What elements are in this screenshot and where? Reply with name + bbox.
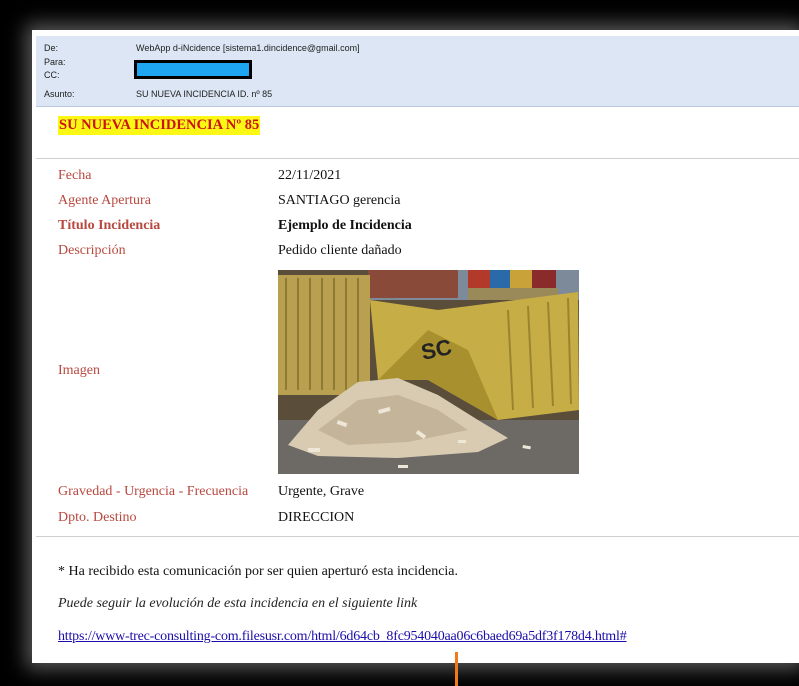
field-value-agente: SANTIAGO gerencia [278, 193, 401, 208]
redacted-recipient [134, 60, 252, 79]
field-label-gravedad: Gravedad - Urgencia - Frecuencia [58, 484, 249, 499]
subject-value: SU NUEVA INCIDENCIA ID. nº 85 [136, 89, 273, 99]
field-value-fecha: 22/11/2021 [278, 168, 342, 183]
field-value-dpto: DIRECCION [278, 510, 355, 525]
field-label-agente: Agente Apertura [58, 193, 151, 208]
from-value[interactable]: WebApp d-iNcidence [sistema1.dincidence@… [136, 42, 360, 54]
follow-text: Puede seguir la evolución de esta incide… [58, 596, 418, 611]
field-label-titulo: Título Incidencia [58, 218, 161, 233]
incident-link[interactable]: https://www-trec-consulting-com.filesusr… [58, 629, 627, 645]
field-value-descripcion: Pedido cliente dañado [278, 243, 402, 258]
field-value-gravedad: Urgente, Grave [278, 484, 365, 499]
subject-label: Asunto: [44, 89, 75, 99]
cc-label: CC: [44, 70, 60, 80]
incident-heading: SU NUEVA INCIDENCIA Nº 85 [58, 116, 261, 135]
from-label: De: [44, 43, 59, 53]
orange-pointer-line [455, 652, 458, 686]
content-divider [36, 536, 799, 537]
field-label-fecha: Fecha [58, 168, 92, 183]
heading-section: SU NUEVA INCIDENCIA Nº 85 [36, 110, 799, 159]
container-photo-illustration: SC [278, 270, 579, 474]
damaged-container-photo[interactable]: SC [278, 270, 579, 474]
field-label-descripcion: Descripción [58, 243, 126, 258]
email-header: De: WebApp d-iNcidence [sistema1.dincide… [36, 36, 799, 107]
field-value-titulo: Ejemplo de Incidencia [278, 218, 412, 233]
notice-text: * Ha recibido esta comunicación por ser … [58, 564, 459, 579]
field-label-dpto: Dpto. Destino [58, 510, 137, 525]
to-label: Para: [44, 57, 66, 67]
field-label-imagen: Imagen [58, 363, 100, 378]
email-window: De: WebApp d-iNcidence [sistema1.dincide… [32, 30, 799, 663]
